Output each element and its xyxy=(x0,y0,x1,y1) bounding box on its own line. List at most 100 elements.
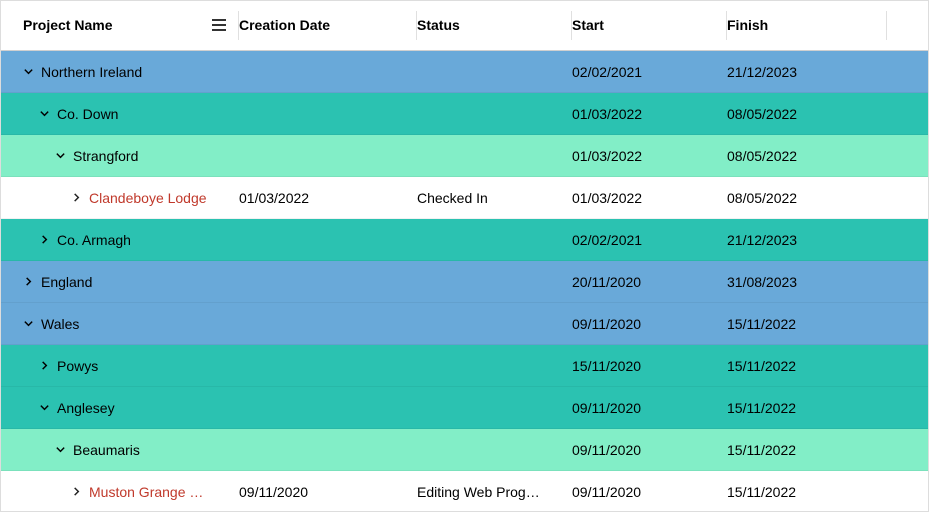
cell-finish: 08/05/2022 xyxy=(727,106,887,122)
cell-finish: 15/11/2022 xyxy=(727,442,887,458)
cell-project-name[interactable]: Beaumaris xyxy=(1,442,239,458)
cell-status: Checked In xyxy=(417,190,572,206)
header-label: Creation Date xyxy=(239,17,330,33)
header-label: Start xyxy=(572,17,604,33)
cell-finish: 08/05/2022 xyxy=(727,148,887,164)
cell-text: 15/11/2022 xyxy=(727,442,796,458)
table-row[interactable]: Muston Grange … 09/11/2020 Editing Web Pro… xyxy=(1,471,928,511)
cell-text: 15/11/2022 xyxy=(727,484,796,500)
cell-text: 09/11/2020 xyxy=(572,400,641,416)
cell-text: 08/05/2022 xyxy=(727,190,797,206)
cell-project-name[interactable]: Anglesey xyxy=(1,400,239,416)
table-row[interactable]: Clandeboye Lodge 01/03/2022 Checked In 01/0… xyxy=(1,177,928,219)
chevron-right-icon[interactable] xyxy=(69,191,83,205)
cell-text: 15/11/2022 xyxy=(727,400,796,416)
cell-text: 09/11/2020 xyxy=(239,484,308,500)
table-row[interactable]: Wales 09/11/2020 15/11/2022 xyxy=(1,303,928,345)
grid-body[interactable]: Northern Ireland02/02/202121/12/2023Co. … xyxy=(1,51,928,511)
header-label: Status xyxy=(417,17,460,33)
cell-project-name[interactable]: Co. Armagh xyxy=(1,232,239,248)
cell-text: Editing Web Prog… xyxy=(417,484,540,500)
header-status[interactable]: Status xyxy=(417,11,572,40)
cell-finish: 15/11/2022 xyxy=(727,400,887,416)
cell-creation: 01/03/2022 xyxy=(239,190,417,206)
grid: Project Name Creation Date Status Start … xyxy=(1,1,928,511)
cell-finish: 15/11/2022 xyxy=(727,316,887,332)
cell-start: 01/03/2022 xyxy=(572,190,727,206)
project-name-label: Muston Grange … xyxy=(89,484,203,500)
cell-text: 20/11/2020 xyxy=(572,274,641,290)
project-name-label: Co. Armagh xyxy=(57,232,131,248)
cell-text: Checked In xyxy=(417,190,488,206)
chevron-right-icon[interactable] xyxy=(21,275,35,289)
cell-start: 20/11/2020 xyxy=(572,274,727,290)
project-name-label: Wales xyxy=(41,316,79,332)
chevron-down-icon[interactable] xyxy=(53,149,67,163)
project-name-label: Powys xyxy=(57,358,98,374)
chevron-right-icon[interactable] xyxy=(37,359,51,373)
cell-finish: 21/12/2023 xyxy=(727,64,887,80)
cell-text: 08/05/2022 xyxy=(727,106,797,122)
chevron-down-icon[interactable] xyxy=(21,65,35,79)
project-name-label: Strangford xyxy=(73,148,138,164)
cell-text: 15/11/2022 xyxy=(727,316,796,332)
cell-finish: 08/05/2022 xyxy=(727,190,887,206)
cell-creation: 09/11/2020 xyxy=(239,484,417,500)
cell-start: 15/11/2020 xyxy=(572,358,727,374)
header-creation-date[interactable]: Creation Date xyxy=(239,11,417,40)
cell-status: Editing Web Prog… xyxy=(417,484,572,500)
project-name-label: Northern Ireland xyxy=(41,64,142,80)
cell-text: 15/11/2022 xyxy=(727,358,796,374)
table-row[interactable]: Powys 15/11/202015/11/2022 xyxy=(1,345,928,387)
cell-finish: 31/08/2023 xyxy=(727,274,887,290)
cell-start: 01/03/2022 xyxy=(572,148,727,164)
cell-project-name[interactable]: Powys xyxy=(1,358,239,374)
column-menu-icon[interactable] xyxy=(212,19,226,31)
table-row[interactable]: Co. Down01/03/202208/05/2022 xyxy=(1,93,928,135)
header-label: Finish xyxy=(727,17,768,33)
cell-text: 21/12/2023 xyxy=(727,64,797,80)
cell-start: 09/11/2020 xyxy=(572,484,727,500)
chevron-right-icon[interactable] xyxy=(37,233,51,247)
chevron-down-icon[interactable] xyxy=(21,317,35,331)
header-project-name[interactable]: Project Name xyxy=(1,11,239,40)
cell-text: 01/03/2022 xyxy=(572,148,642,164)
chevron-right-icon[interactable] xyxy=(69,485,83,499)
table-row[interactable]: Anglesey 09/11/2020 15/11/2022 xyxy=(1,387,928,429)
cell-project-name[interactable]: Strangford xyxy=(1,148,239,164)
table-row[interactable]: England 20/11/2020 31/08/2023 xyxy=(1,261,928,303)
cell-finish: 15/11/2022 xyxy=(727,484,887,500)
project-name-label: Clandeboye Lodge xyxy=(89,190,207,206)
project-name-label: Anglesey xyxy=(57,400,115,416)
cell-project-name[interactable]: Muston Grange … xyxy=(1,484,239,500)
cell-text: 02/02/2021 xyxy=(572,64,642,80)
cell-start: 09/11/2020 xyxy=(572,442,727,458)
project-name-label: Beaumaris xyxy=(73,442,140,458)
cell-text: 09/11/2020 xyxy=(572,484,641,500)
cell-start: 02/02/2021 xyxy=(572,64,727,80)
column-header-row: Project Name Creation Date Status Start … xyxy=(1,1,928,51)
table-row[interactable]: Beaumaris 09/11/202015/11/2022 xyxy=(1,429,928,471)
chevron-down-icon[interactable] xyxy=(37,107,51,121)
cell-text: 09/11/2020 xyxy=(572,316,641,332)
header-start[interactable]: Start xyxy=(572,11,727,40)
chevron-down-icon[interactable] xyxy=(53,443,67,457)
cell-project-name[interactable]: Co. Down xyxy=(1,106,239,122)
cell-text: 01/03/2022 xyxy=(239,190,309,206)
cell-project-name[interactable]: Clandeboye Lodge xyxy=(1,190,239,206)
chevron-down-icon[interactable] xyxy=(37,401,51,415)
cell-text: 08/05/2022 xyxy=(727,148,797,164)
table-row[interactable]: Co. Armagh02/02/202121/12/2023 xyxy=(1,219,928,261)
cell-text: 21/12/2023 xyxy=(727,232,797,248)
cell-finish: 21/12/2023 xyxy=(727,232,887,248)
table-row[interactable]: Northern Ireland 02/02/2021 21/12/2023 xyxy=(1,51,928,93)
table-row[interactable]: Strangford 01/03/2022 08/05/2022 xyxy=(1,135,928,177)
header-label: Project Name xyxy=(23,17,112,33)
cell-start: 09/11/2020 xyxy=(572,316,727,332)
cell-start: 09/11/2020 xyxy=(572,400,727,416)
cell-project-name[interactable]: Northern Ireland xyxy=(1,64,239,80)
cell-project-name[interactable]: England xyxy=(1,274,239,290)
header-finish[interactable]: Finish xyxy=(727,11,887,40)
project-name-label: England xyxy=(41,274,92,290)
cell-project-name[interactable]: Wales xyxy=(1,316,239,332)
